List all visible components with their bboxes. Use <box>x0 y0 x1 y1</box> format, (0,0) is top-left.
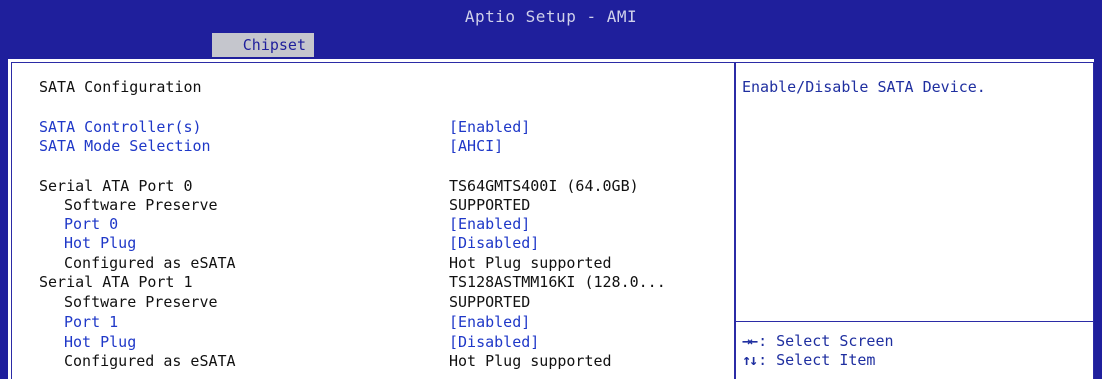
setting-value[interactable]: [Enabled] <box>449 117 530 137</box>
info-label: Software Preserve <box>64 196 218 214</box>
panel-border-right <box>1093 62 1094 379</box>
left-right-arrows-icon: →← <box>742 332 758 350</box>
setting-value[interactable]: [Disabled] <box>449 233 539 253</box>
key-hint-select-item: ↑↓: Select Item <box>742 351 875 369</box>
info-label: Serial ATA Port 1 <box>39 273 193 291</box>
setting-label: Hot Plug <box>64 333 137 351</box>
help-divider <box>734 62 736 379</box>
info-value: SUPPORTED <box>449 293 531 311</box>
info-value: Hot Plug supported <box>449 352 612 370</box>
info-label: Serial ATA Port 0 <box>39 177 193 195</box>
key-hint-text: : Select Item <box>758 351 876 369</box>
key-hint-select-screen: →←: Select Screen <box>742 332 894 350</box>
up-down-arrows-icon: ↑↓ <box>742 351 758 369</box>
setting-label: Port 1 <box>64 313 119 331</box>
panel-border-top <box>11 62 1094 63</box>
info-value: TS128ASTMM16KI (128.0... <box>449 273 666 291</box>
info-value: Hot Plug supported <box>449 254 612 272</box>
info-label: Configured as eSATA <box>64 254 236 272</box>
main-panel <box>8 59 1094 379</box>
info-label: Configured as eSATA <box>64 352 236 370</box>
info-label: Software Preserve <box>64 293 218 311</box>
title-bar: Aptio Setup - AMI Chipset <box>0 0 1102 58</box>
info-value: TS64GMTS400I (64.0GB) <box>449 177 639 195</box>
info-value: SUPPORTED <box>449 196 531 214</box>
key-help-divider <box>736 321 1094 322</box>
setting-value[interactable]: [Enabled] <box>449 214 530 234</box>
tab-chipset[interactable]: Chipset <box>212 33 314 57</box>
section-title: SATA Configuration <box>39 78 202 96</box>
setting-value[interactable]: [Disabled] <box>449 332 539 352</box>
app-title: Aptio Setup - AMI <box>464 7 638 26</box>
setting-value[interactable]: [Enabled] <box>449 312 530 332</box>
key-hint-text: : Select Screen <box>758 332 894 350</box>
setting-label: SATA Mode Selection <box>39 137 211 155</box>
help-text: Enable/Disable SATA Device. <box>742 78 986 96</box>
panel-border-left <box>11 62 12 379</box>
setting-label: SATA Controller(s) <box>39 118 202 136</box>
setting-value[interactable]: [AHCI] <box>449 136 503 156</box>
setting-label: Hot Plug <box>64 234 137 252</box>
setting-label: Port 0 <box>64 215 119 233</box>
